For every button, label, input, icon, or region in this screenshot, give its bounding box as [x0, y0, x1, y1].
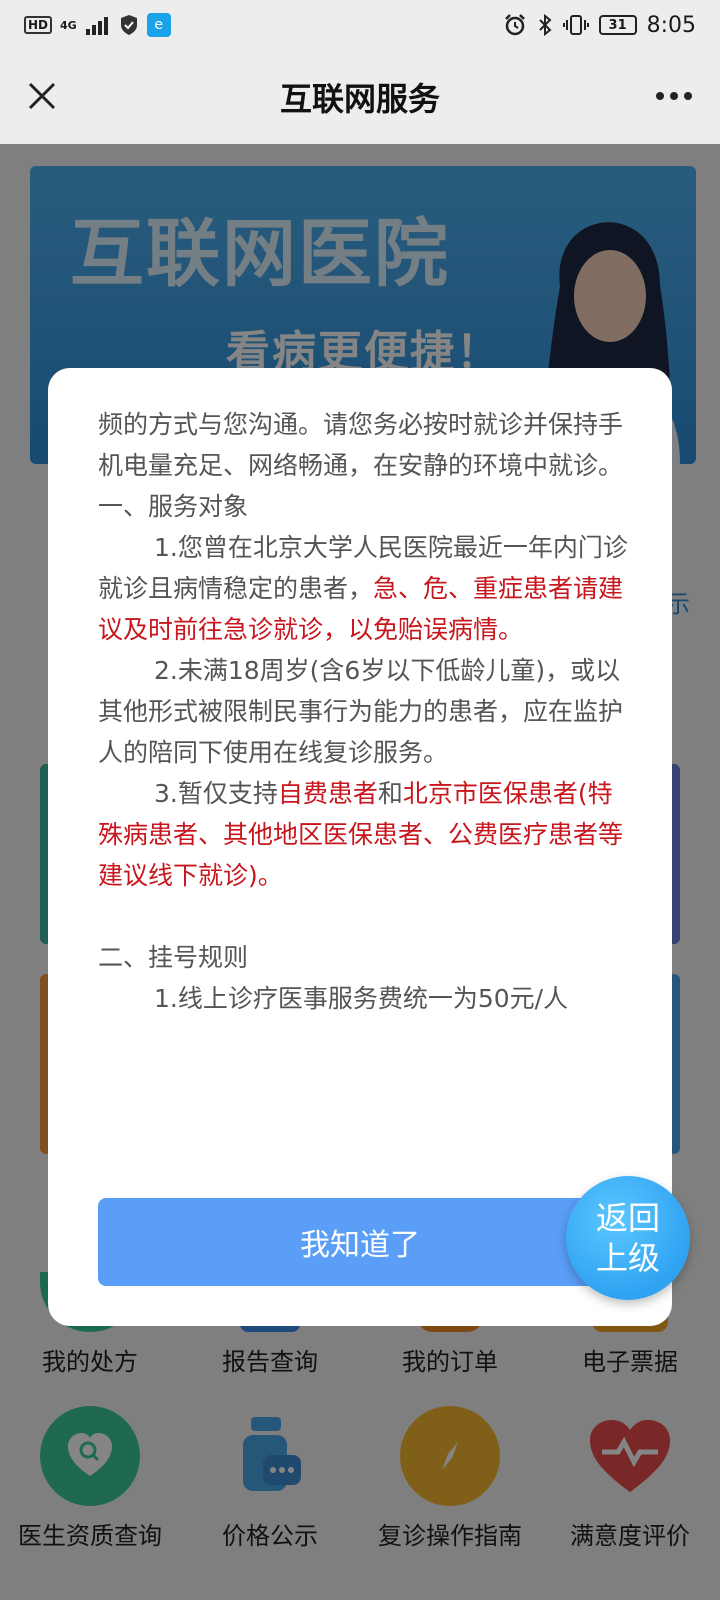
service-notice-dialog: 频的方式与您沟通。请您务必按时就诊并保持手机电量充足、网络畅通，在安静的环境中就… [48, 368, 672, 1326]
hd-badge: HD [24, 16, 53, 34]
more-icon [656, 92, 692, 100]
back-fab-line2: 上级 [595, 1239, 660, 1277]
notice-item-3-self-pay: 自费患者 [277, 779, 378, 808]
notice-item-2: 2.未满18周岁(含6岁以下低龄儿童)，或以其他形式被限制民事行为能力的患者，应… [98, 656, 624, 767]
notice-item-3-prefix: 3.暂仅支持 [154, 779, 278, 808]
more-options-button[interactable] [650, 76, 698, 116]
network-type: 4G [60, 18, 77, 32]
section-title-service-target: 一、服务对象 [98, 492, 249, 521]
close-button[interactable] [22, 76, 62, 116]
status-right: 31 8:05 [503, 13, 696, 38]
page-title: 互联网服务 [279, 80, 440, 118]
notice-intro: 频的方式与您沟通。请您务必按时就诊并保持手机电量充足、网络畅通，在安静的环境中就… [98, 410, 624, 480]
notice-item-3: 3.暂仅支持自费患者和北京市医保患者(特殊病患者、其他地区医保患者、公费医疗患者… [98, 773, 628, 896]
shield-icon [120, 15, 137, 35]
section-title-registration: 二、挂号规则 [98, 943, 249, 972]
notice-content[interactable]: 频的方式与您沟通。请您务必按时就诊并保持手机电量充足、网络畅通，在安静的环境中就… [98, 404, 628, 1194]
notice-item-3-and: 和 [377, 779, 403, 808]
signal-icon [85, 17, 108, 35]
status-time: 8:05 [646, 12, 696, 38]
alarm-icon [504, 14, 525, 36]
status-left: HD 4G e [24, 13, 171, 37]
back-fab-line1: 返回 [595, 1199, 660, 1237]
bluetooth-icon [538, 13, 552, 37]
notice-item-fee: 1.线上诊疗医事服务费统一为50元/人 [154, 984, 569, 1013]
app-notification-icon: e [146, 13, 171, 37]
close-icon [28, 82, 56, 110]
confirm-button[interactable]: 我知道了 [98, 1198, 622, 1286]
back-to-parent-button[interactable]: 返回 上级 [566, 1176, 690, 1300]
status-bar: HD 4G e 31 8:05 [0, 0, 720, 50]
title-bar: 互联网服务 [0, 50, 720, 144]
vibrate-icon [562, 15, 589, 35]
battery-indicator: 31 [598, 15, 637, 35]
notice-item-1: 1.您曾在北京大学人民医院最近一年内门诊就诊且病情稳定的患者，急、危、重症患者请… [98, 527, 628, 650]
